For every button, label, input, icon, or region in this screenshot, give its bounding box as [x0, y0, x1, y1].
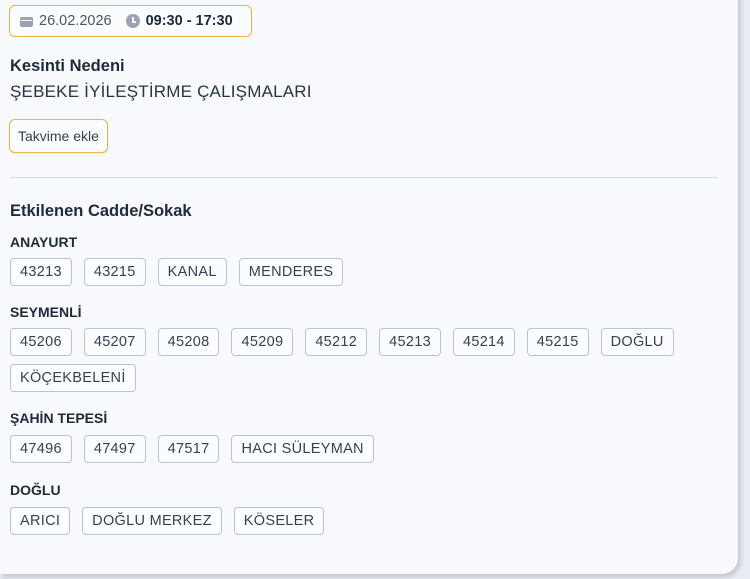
- street-tag: ARICI: [10, 507, 71, 535]
- outage-time: 09:30 - 17:30: [145, 13, 233, 29]
- tag-list: ARICI DOĞLU MERKEZ KÖSELER: [10, 507, 720, 535]
- street-tag: 45215: [526, 328, 589, 356]
- street-tag: KANAL: [157, 258, 227, 286]
- tag-list: 43213 43215 KANAL MENDERES: [10, 258, 720, 286]
- outage-date: 26.02.2026: [39, 13, 112, 29]
- street-tag: 45214: [452, 328, 515, 356]
- street-tag: KÖÇEKBELENİ: [10, 364, 136, 392]
- street-tag: 43215: [83, 258, 146, 286]
- street-tag: 47496: [10, 435, 72, 463]
- add-to-calendar-button[interactable]: Takvime ekle: [9, 119, 108, 153]
- street-tag: 45207: [83, 328, 146, 356]
- street-tag: 45209: [231, 328, 294, 356]
- street-tag: 43213: [10, 258, 72, 286]
- street-tag: 47497: [83, 435, 146, 463]
- group-title: SEYMENLİ: [10, 304, 82, 320]
- street-tag: KÖSELER: [233, 507, 325, 535]
- calendar-icon: [20, 15, 33, 27]
- street-tag: 45213: [379, 328, 441, 356]
- outage-detail-card: 26.02.2026 09:30 - 17:30 Kesinti Nedeni …: [0, 0, 738, 574]
- street-tag: DOĞLU: [600, 328, 674, 356]
- street-tag: 47517: [157, 435, 220, 463]
- reason-label: Kesinti Nedeni: [10, 57, 125, 75]
- divider: [10, 177, 718, 178]
- group-title: ŞAHİN TEPESİ: [10, 410, 108, 426]
- group-title: DOĞLU: [10, 482, 61, 498]
- street-tag: MENDERES: [238, 258, 344, 286]
- clock-icon: [125, 14, 140, 28]
- reason-value: ŞEBEKE İYİLEŞTİRME ÇALIŞMALARI: [10, 82, 312, 101]
- group-title: ANAYURT: [10, 234, 78, 250]
- street-tag: 45206: [10, 328, 72, 356]
- street-tag: DOĞLU MERKEZ: [82, 507, 222, 535]
- street-tag: HACI SÜLEYMAN: [231, 435, 374, 463]
- street-tag: 45212: [305, 328, 368, 356]
- schedule-chip: 26.02.2026 09:30 - 17:30: [9, 5, 252, 37]
- tag-list: 45206 45207 45208 45209 45212 45213 45214 45215…: [10, 328, 720, 392]
- tag-list: 47496 47497 47517 HACI SÜLEYMAN: [10, 435, 720, 463]
- streets-title: Etkilenen Cadde/Sokak: [10, 202, 192, 220]
- street-tag: 45208: [157, 328, 220, 356]
